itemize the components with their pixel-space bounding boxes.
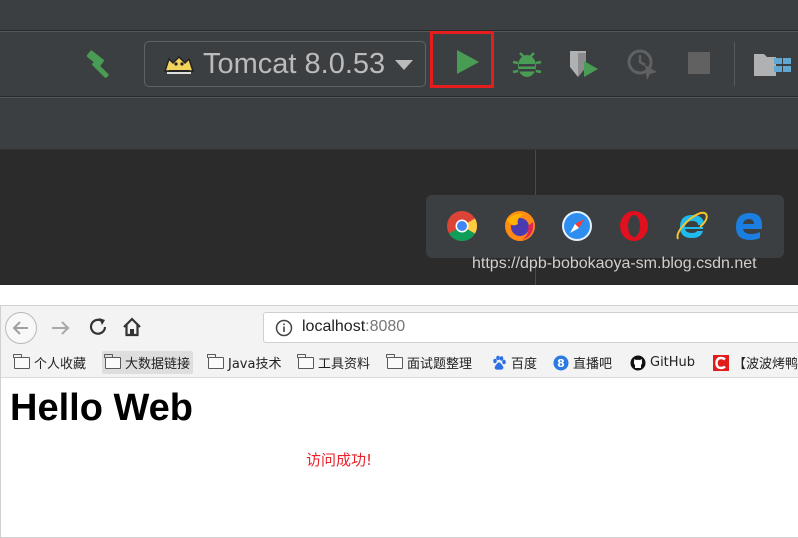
url-text: localhost:8080	[302, 318, 405, 336]
tomcat-icon	[163, 55, 195, 74]
url-host: localhost	[302, 318, 366, 335]
success-message: 访问成功!	[306, 451, 373, 469]
ide-top-strip	[0, 0, 798, 31]
folder-icon	[13, 353, 30, 369]
profile-icon[interactable]	[625, 47, 661, 83]
arrow-left-icon	[12, 321, 28, 335]
forward-button[interactable]	[49, 317, 73, 339]
project-structure-icon[interactable]	[752, 48, 792, 80]
safari-icon[interactable]	[561, 210, 593, 242]
bookmark-label: Java技术	[228, 357, 282, 372]
stop-icon[interactable]	[688, 52, 710, 74]
hammer-icon[interactable]	[84, 46, 118, 80]
watermark-text: https://dpb-bobokaoya-sm.blog.csdn.net	[472, 255, 757, 272]
run-configuration-label: Tomcat 8.0.53	[203, 48, 386, 80]
bookmark-label: 个人收藏	[34, 357, 87, 372]
bookmark-label: 大数据链接	[125, 357, 191, 372]
info-icon[interactable]	[275, 319, 293, 337]
opera-icon[interactable]	[618, 210, 650, 242]
url-port: :8080	[365, 318, 406, 335]
bookmark-folder-bigdata[interactable]: 大数据链接	[102, 351, 194, 374]
coverage-icon[interactable]	[566, 47, 602, 81]
bookmarks-bar: 个人收藏 大数据链接 Java技术 工具资料 面试题整理 百度 8 直播吧 Gi…	[1, 348, 798, 378]
svg-text:8: 8	[557, 357, 565, 370]
folder-icon	[297, 353, 314, 369]
folder-icon	[386, 353, 403, 369]
bookmark-folder-java[interactable]: Java技术	[207, 351, 282, 374]
toolbar-separator	[734, 42, 735, 86]
navigation-bar: localhost:8080	[1, 306, 798, 348]
bookmark-label: 【波波烤鸭	[733, 357, 798, 372]
bookmark-label: 直播吧	[573, 357, 613, 372]
page-heading: Hello Web	[10, 387, 193, 429]
address-bar[interactable]: localhost:8080	[263, 312, 798, 343]
bookmark-github[interactable]: GitHub	[630, 351, 695, 374]
folder-icon	[104, 353, 121, 369]
csdn-icon	[713, 354, 729, 371]
github-icon	[630, 355, 646, 370]
ide-window: Tomcat 8.0.53 https://dpb-bobokaoya-sm.b…	[0, 0, 798, 285]
run-configuration-selector[interactable]: Tomcat 8.0.53	[144, 41, 426, 87]
bookmark-label: 面试题整理	[407, 357, 473, 372]
bookmark-folder-interview[interactable]: 面试题整理	[386, 351, 473, 374]
folder-icon	[207, 353, 224, 369]
browser-launcher-popup	[426, 195, 784, 258]
firefox-icon[interactable]	[504, 210, 536, 242]
bookmark-label: 工具资料	[318, 357, 371, 372]
ie-icon[interactable]	[676, 210, 708, 242]
baidu-icon	[493, 355, 506, 370]
chrome-icon[interactable]	[446, 210, 478, 242]
bookmark-zhibo8[interactable]: 8 直播吧	[553, 351, 612, 374]
chevron-down-icon[interactable]	[395, 60, 413, 70]
reload-icon[interactable]	[87, 316, 109, 338]
ide-tab-strip	[0, 97, 798, 150]
back-button[interactable]	[5, 312, 37, 344]
run-icon[interactable]	[457, 50, 479, 74]
bookmark-folder-tools[interactable]: 工具资料	[297, 351, 371, 374]
bookmark-label: GitHub	[650, 355, 696, 370]
page-content: Hello Web 访问成功!	[1, 379, 798, 538]
debug-icon[interactable]	[512, 47, 542, 79]
bookmark-folder-favorites[interactable]: 个人收藏	[13, 351, 87, 374]
bookmark-baidu[interactable]: 百度	[491, 351, 537, 374]
bookmark-csdn[interactable]: 【波波烤鸭	[713, 351, 798, 374]
home-icon[interactable]	[121, 316, 143, 338]
bookmark-label: 百度	[511, 357, 538, 372]
zhibo8-icon: 8	[553, 355, 569, 370]
edge-icon[interactable]	[733, 210, 765, 242]
browser-window: localhost:8080 个人收藏 大数据链接 Java技术 工具资料 面试…	[0, 305, 798, 538]
